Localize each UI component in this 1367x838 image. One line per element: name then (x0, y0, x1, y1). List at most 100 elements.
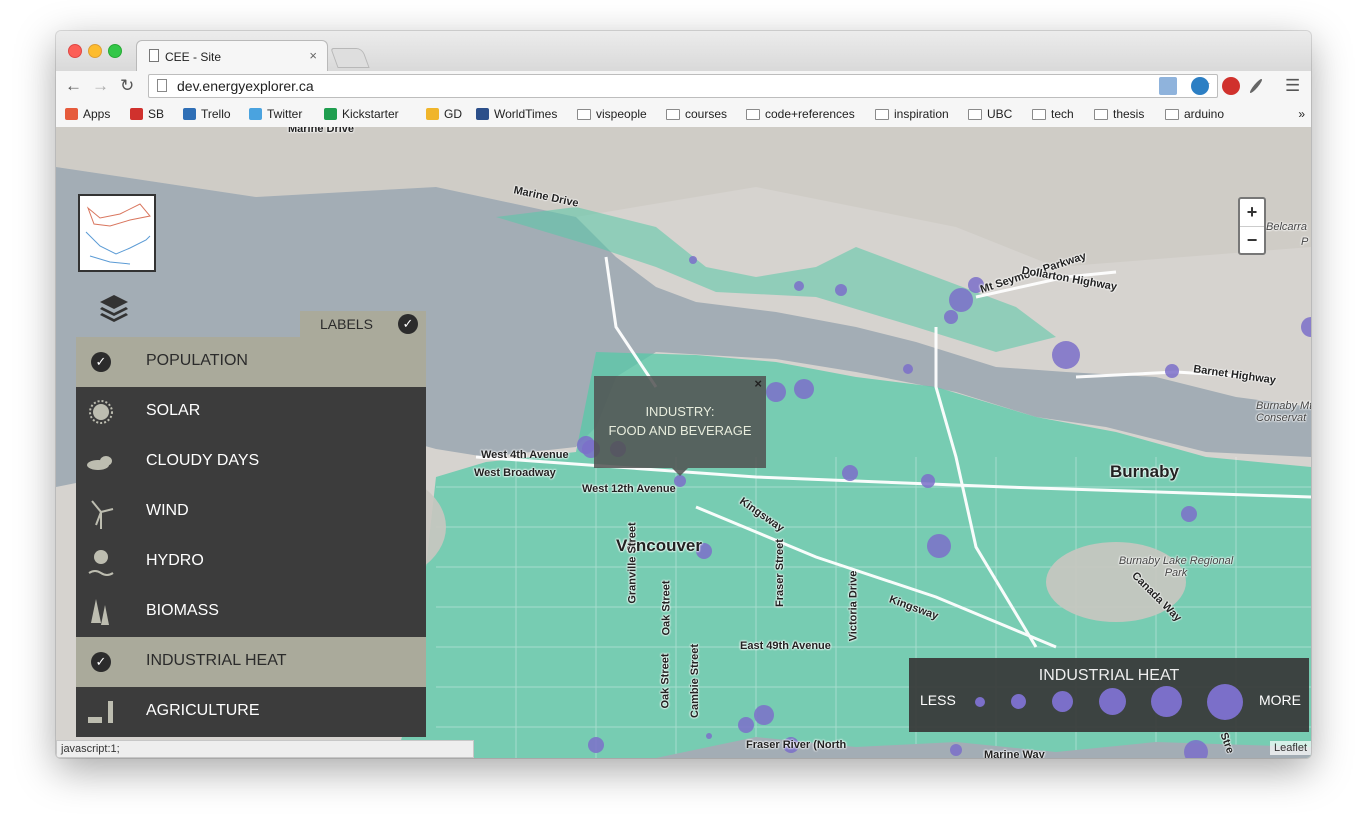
browser-window: CEE - Site × ← → ↻ dev.energyexplorer.ca… (56, 31, 1311, 758)
heat-point-27[interactable] (950, 744, 962, 756)
layer-row-solar[interactable]: SOLAR (76, 387, 426, 437)
heat-point-23[interactable] (588, 737, 604, 753)
layer-row-population[interactable]: ✓ POPULATION (76, 337, 426, 387)
heat-point-22[interactable] (738, 717, 754, 733)
layer-label: BIOMASS (146, 602, 219, 619)
title-bar: CEE - Site × (56, 31, 1311, 72)
browser-tab[interactable]: CEE - Site × (136, 40, 328, 72)
bookmark-7[interactable]: vispeople (577, 107, 647, 121)
bookmark-label: GD (444, 107, 462, 121)
labels-toggle[interactable]: LABELS ✓ (300, 311, 426, 337)
bookmark-label: Kickstarter (342, 107, 399, 121)
sun-icon (89, 400, 113, 424)
heat-point-5[interactable] (944, 310, 958, 324)
heat-point-18[interactable] (1181, 506, 1197, 522)
map-label: Marine Drive (288, 127, 355, 135)
heat-point-11[interactable] (766, 382, 786, 402)
heat-point-24[interactable] (706, 733, 712, 739)
tab-close-icon[interactable]: × (309, 48, 317, 63)
new-tab-button[interactable] (330, 48, 370, 68)
folder-icon (577, 109, 591, 120)
tab-title: CEE - Site (165, 50, 222, 64)
layer-label: POPULATION (146, 352, 248, 369)
map-label: Victoria Drive (847, 570, 860, 642)
bookmark-9[interactable]: code+references (746, 107, 855, 121)
heat-point-17[interactable] (921, 474, 935, 488)
heat-point-21[interactable] (754, 705, 774, 725)
reload-icon[interactable]: ↻ (120, 75, 134, 97)
layer-label: CLOUDY DAYS (146, 452, 260, 469)
bookmark-0[interactable]: Apps (65, 107, 110, 121)
bookmark-favicon-icon (426, 108, 439, 120)
map-label: Granville Street (626, 522, 639, 604)
layer-row-hydro[interactable]: HYDRO (76, 537, 426, 587)
adblock-icon[interactable] (1222, 77, 1240, 95)
map-label: P (1301, 236, 1309, 248)
heat-point-4[interactable] (949, 288, 973, 312)
browser-toolbar: ← → ↻ dev.energyexplorer.ca ☆ ☰ (56, 71, 1311, 102)
bookmark-2[interactable]: Trello (183, 107, 231, 121)
zoom-in-button[interactable]: + (1240, 199, 1264, 227)
close-window-button[interactable] (68, 44, 82, 58)
bookmark-10[interactable]: inspiration (875, 107, 949, 121)
layer-label: INDUSTRIAL HEAT (146, 652, 287, 669)
url-text: dev.energyexplorer.ca (177, 78, 314, 94)
bookmark-14[interactable]: arduino (1165, 107, 1224, 121)
agriculture-icon (88, 701, 113, 723)
folder-icon (968, 109, 982, 120)
heat-point-1[interactable] (794, 281, 804, 291)
heat-point-6[interactable] (1052, 341, 1080, 369)
heat-point-19[interactable] (927, 534, 951, 558)
heat-point-26[interactable] (1184, 740, 1208, 758)
bookmark-3[interactable]: Twitter (249, 107, 302, 121)
minimap[interactable] (78, 194, 156, 272)
layer-row-industrial-heat[interactable]: ✓ INDUSTRIAL HEAT (76, 637, 426, 687)
menu-icon[interactable]: ☰ (1285, 75, 1300, 97)
bookmarks-overflow-icon[interactable]: » (1298, 107, 1305, 121)
bookmark-favicon-icon (476, 108, 489, 120)
hydro-icon (88, 550, 114, 576)
legend-dot-5 (1151, 686, 1182, 717)
heat-point-16[interactable] (842, 465, 858, 481)
bookmark-6[interactable]: WorldTimes (476, 107, 557, 121)
layers-icon[interactable] (98, 293, 130, 323)
eyedropper-icon[interactable] (1248, 77, 1264, 95)
extension-icon[interactable] (1159, 77, 1177, 95)
bookmark-12[interactable]: tech (1032, 107, 1074, 121)
layer-row-biomass[interactable]: BIOMASS (76, 587, 426, 637)
bookmark-label: Trello (201, 107, 231, 121)
layer-label: AGRICULTURE (146, 702, 260, 719)
legend-dot-6 (1207, 684, 1243, 720)
layer-row-cloudy-days[interactable]: CLOUDY DAYS (76, 437, 426, 487)
bookmark-13[interactable]: thesis (1094, 107, 1144, 121)
layer-label: HYDRO (146, 552, 204, 569)
layer-row-agriculture[interactable]: AGRICULTURE (76, 687, 426, 737)
bookmark-4[interactable]: Kickstarter (324, 107, 399, 121)
heat-point-2[interactable] (835, 284, 847, 296)
extension-eye-icon[interactable] (1191, 77, 1209, 95)
layer-row-wind[interactable]: WIND (76, 487, 426, 537)
heat-point-0[interactable] (689, 256, 697, 264)
minimize-window-button[interactable] (88, 44, 102, 58)
legend-less-label: LESS (920, 692, 956, 708)
bookmark-1[interactable]: SB (130, 107, 164, 121)
heat-point-8[interactable] (1301, 317, 1311, 337)
back-arrow-icon[interactable]: ← (65, 75, 82, 97)
heat-point-10[interactable] (794, 379, 814, 399)
bookmark-11[interactable]: UBC (968, 107, 1012, 121)
map-attribution[interactable]: Leaflet (1269, 741, 1311, 755)
popup-close-icon[interactable]: × (754, 376, 762, 391)
forward-arrow-icon[interactable]: → (92, 75, 109, 97)
zoom-out-button[interactable]: − (1240, 227, 1264, 254)
address-bar[interactable]: dev.energyexplorer.ca ☆ (148, 74, 1218, 98)
bookmark-8[interactable]: courses (666, 107, 727, 121)
minimap-preview-icon (85, 203, 151, 265)
maximize-window-button[interactable] (108, 44, 122, 58)
heat-point-7[interactable] (1165, 364, 1179, 378)
bookmark-label: Twitter (267, 107, 303, 121)
bookmark-5[interactable]: GD (426, 107, 462, 121)
bookmark-label: courses (685, 107, 728, 121)
heat-point-9[interactable] (903, 364, 913, 374)
map[interactable]: Marine Drive Marine Drive Mt Seymour Parkw… (56, 127, 1311, 758)
map-label: Fraser Street (773, 539, 786, 607)
